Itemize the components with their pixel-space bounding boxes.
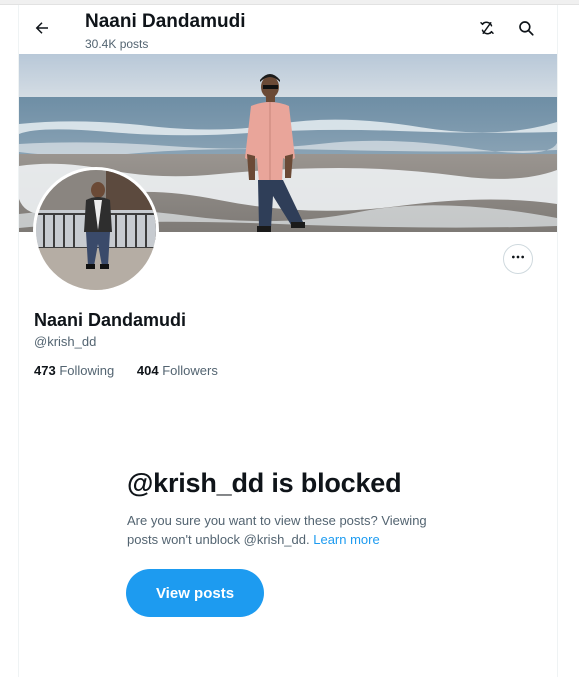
- back-button[interactable]: [27, 15, 57, 45]
- following-label: Following: [59, 363, 115, 378]
- blocked-title: @krish_dd is blocked: [127, 468, 402, 498]
- search-button[interactable]: [512, 16, 540, 44]
- followers-label: Followers: [162, 363, 218, 378]
- posts-count: 30.4K posts: [85, 37, 149, 51]
- following-count: 473: [34, 363, 56, 378]
- search-icon: [517, 19, 535, 42]
- followers-count: 404: [136, 363, 159, 378]
- avatar[interactable]: [33, 167, 159, 293]
- view-posts-button[interactable]: View posts: [126, 569, 264, 617]
- followers-link[interactable]: 404 Followers: [137, 363, 218, 378]
- refresh-icon: [478, 19, 496, 42]
- blocked-message-text: Are you sure you want to view these post…: [127, 513, 427, 547]
- following-link[interactable]: 473 Following: [34, 363, 114, 378]
- profile-name: Naani Dandamudi: [34, 310, 187, 330]
- arrow-left-icon: [33, 19, 51, 42]
- follow-stats: 473 Following 404 Followers: [34, 363, 237, 378]
- page-title: Naani Dandamudi: [85, 11, 246, 32]
- learn-more-link[interactable]: Learn more: [313, 532, 379, 547]
- profile-header: Naani Dandamudi 30.4K posts: [19, 5, 557, 53]
- ellipsis-icon: [510, 249, 526, 270]
- more-options-button[interactable]: [503, 244, 533, 274]
- blocked-message: Are you sure you want to view these post…: [127, 511, 457, 549]
- profile-column: Naani Dandamudi 30.4K posts Naani Dandam…: [18, 5, 558, 677]
- refresh-button[interactable]: [473, 16, 501, 44]
- profile-handle: @krish_dd: [34, 334, 97, 349]
